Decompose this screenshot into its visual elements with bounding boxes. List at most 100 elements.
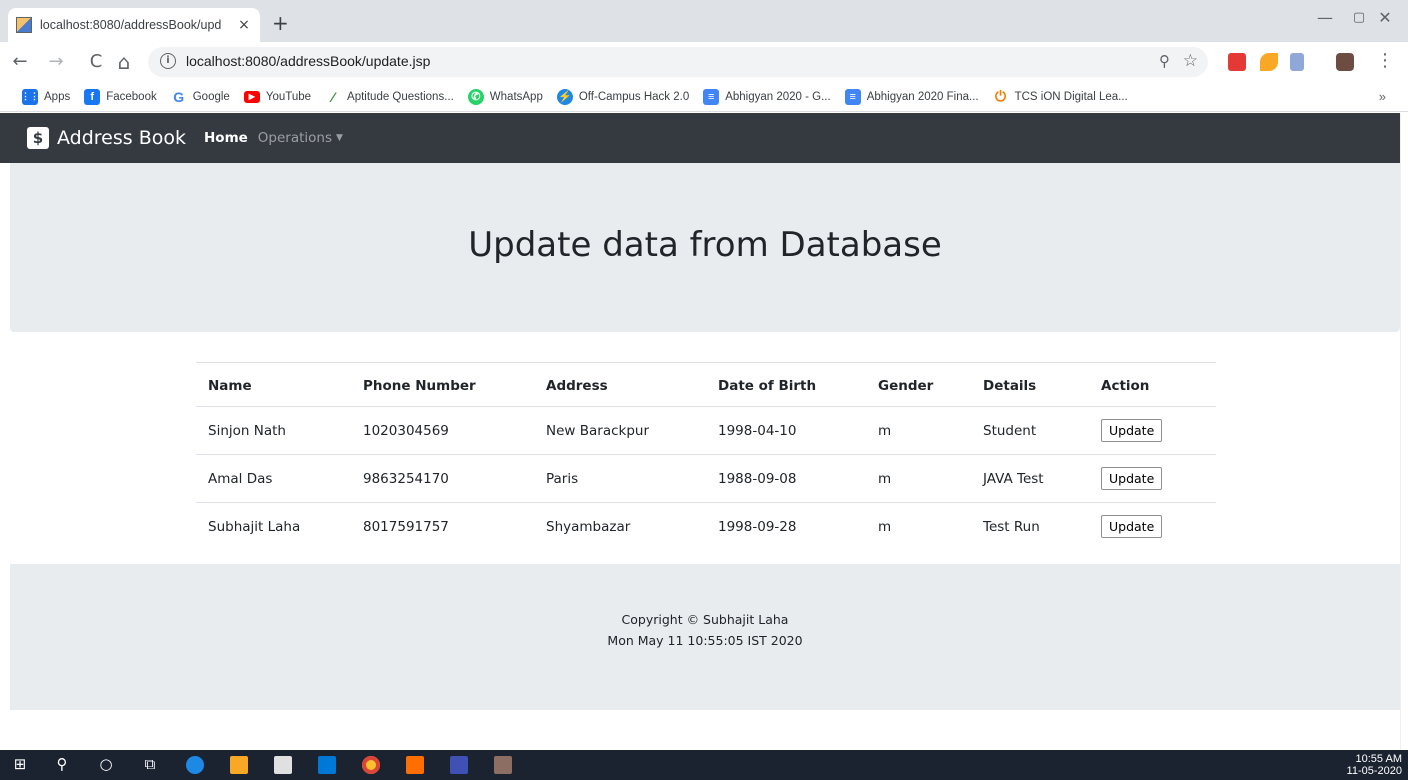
google-docs-icon: ≡ <box>703 88 720 105</box>
table-row: Sinjon Nath 1020304569 New Barackpur 199… <box>196 406 1216 455</box>
update-button[interactable]: Update <box>1101 515 1163 539</box>
forward-icon[interactable]: → <box>44 51 68 73</box>
bookmark-hackathon[interactable]: ⚡ Off-Campus Hack 2.0 <box>556 88 689 105</box>
bookmark-label: YouTube <box>265 90 312 103</box>
file-explorer-icon[interactable] <box>230 756 248 774</box>
browser-toolbar: ← → C ⌂ i localhost:8080/addressBook/upd… <box>0 42 1408 82</box>
bookmark-star-icon[interactable]: ☆ <box>1183 51 1198 71</box>
mail-icon[interactable] <box>318 756 336 774</box>
app-navbar: $ Address Book Home Operations ▼ <box>0 113 1400 163</box>
bookmark-facebook[interactable]: f Facebook <box>84 88 157 105</box>
cell-phone: 1020304569 <box>351 406 534 455</box>
bookmark-abhigyan-2[interactable]: ≡ Abhigyan 2020 Fina... <box>844 88 979 105</box>
clock-date: 11-05-2020 <box>1346 765 1402 777</box>
edge-browser-icon[interactable] <box>186 756 204 774</box>
nav-home-link[interactable]: Home <box>204 130 248 146</box>
cell-phone: 8017591757 <box>363 518 449 535</box>
cell-gender: m <box>878 518 892 535</box>
bookmark-aptitude[interactable]: ⁄ Aptitude Questions... <box>325 88 454 105</box>
column-header-details: Details <box>971 362 1089 407</box>
page-favicon-icon <box>16 17 32 33</box>
aptitude-icon: ⁄ <box>325 88 342 105</box>
windows-taskbar: ⊞ ⚲ ○ ⧉ 10:55 AM 11-05-2020 <box>0 750 1408 780</box>
search-icon[interactable]: ⚲ <box>52 755 72 773</box>
cell-details: Test Run <box>983 518 1040 535</box>
browser-menu-icon[interactable]: ⋮ <box>1376 50 1394 71</box>
nav-operations-dropdown[interactable]: Operations ▼ <box>258 130 343 146</box>
tab-close-icon[interactable]: × <box>236 17 252 33</box>
browser-tabstrip: localhost:8080/addressBook/upd × + — ▢ ✕ <box>0 0 1408 42</box>
new-tab-button[interactable]: + <box>272 13 289 33</box>
brand-title[interactable]: Address Book <box>57 127 186 149</box>
cell-phone: 9863254170 <box>351 454 534 503</box>
cell-gender: m <box>866 454 971 503</box>
column-header-gender: Gender <box>866 362 971 407</box>
download-extension-icon[interactable] <box>1290 53 1304 71</box>
site-info-icon[interactable]: i <box>160 53 176 69</box>
bookmark-label: TCS iON Digital Lea... <box>1014 90 1128 103</box>
task-view-icon[interactable]: ⧉ <box>140 755 160 773</box>
bookmark-label: Google <box>192 90 230 103</box>
page-header-jumbotron: Update data from Database <box>10 163 1400 332</box>
nav-operations-label: Operations <box>257 130 333 146</box>
youtube-icon: ▶ <box>243 90 260 103</box>
windows-start-icon[interactable]: ⊞ <box>10 755 30 773</box>
address-bar[interactable]: i localhost:8080/addressBook/update.jsp … <box>148 47 1208 77</box>
bookmarks-overflow-icon[interactable]: » <box>1379 89 1386 104</box>
bookmark-google[interactable]: G Google <box>170 88 230 105</box>
address-url[interactable]: localhost:8080/addressBook/update.jsp <box>186 53 430 69</box>
pen-extension-icon[interactable] <box>1260 53 1278 71</box>
system-clock[interactable]: 10:55 AM 11-05-2020 <box>1347 753 1402 777</box>
bookmark-label: Abhigyan 2020 - G... <box>725 90 831 103</box>
sublime-text-icon[interactable] <box>406 756 424 774</box>
footer-timestamp: Mon May 11 10:55:05 IST 2020 <box>607 633 803 648</box>
cell-dob: 1998-04-10 <box>706 406 866 455</box>
game-app-icon[interactable] <box>494 756 512 774</box>
table-header-row: Name Phone Number Address Date of Birth … <box>196 362 1216 407</box>
tab-title: localhost:8080/addressBook/upd <box>40 18 222 32</box>
reload-icon[interactable]: C <box>84 51 108 73</box>
update-button[interactable]: Update <box>1101 467 1163 490</box>
zoom-icon[interactable]: ⚲ <box>1159 52 1170 70</box>
bookmark-whatsapp[interactable]: ✆ WhatsApp <box>467 88 543 105</box>
close-window-button[interactable]: ✕ <box>1362 8 1408 27</box>
bookmark-label: Aptitude Questions... <box>347 90 454 103</box>
cortana-icon[interactable]: ○ <box>96 755 116 773</box>
home-icon[interactable]: ⌂ <box>112 51 136 73</box>
adblock-extension-icon[interactable] <box>1228 53 1246 71</box>
update-button[interactable]: Update <box>1101 419 1163 442</box>
cell-action: Update <box>1089 454 1216 503</box>
google-docs-icon: ≡ <box>844 88 861 105</box>
column-header-action: Action <box>1089 362 1216 407</box>
cell-action: Update <box>1089 406 1216 455</box>
bookmark-youtube[interactable]: ▶ YouTube <box>243 90 312 103</box>
footer-copyright: Copyright © Subhajit Laha <box>621 612 789 627</box>
bookmark-apps[interactable]: ⋮⋮ Apps <box>21 88 71 105</box>
bookmark-label: Apps <box>44 90 71 103</box>
cell-details: JAVA Test <box>971 454 1089 503</box>
cell-action: Update <box>1089 503 1216 551</box>
cell-dob: 1998-09-28 <box>718 518 797 535</box>
cell-name: Subhajit Laha <box>208 518 301 535</box>
bookmark-label: Facebook <box>106 90 157 103</box>
apps-grid-icon: ⋮⋮ <box>21 88 39 105</box>
cell-dob: 1988-09-08 <box>706 454 866 503</box>
bookmark-label: WhatsApp <box>489 90 543 103</box>
column-header-dob: Date of Birth <box>706 362 866 407</box>
vs-code-icon[interactable] <box>450 756 468 774</box>
browser-tab[interactable]: localhost:8080/addressBook/upd × <box>8 8 260 42</box>
store-icon[interactable] <box>274 756 292 774</box>
google-icon: G <box>170 88 187 105</box>
brand-logo-icon[interactable]: $ <box>27 127 49 149</box>
bookmark-tcs-ion[interactable]: ⏻ TCS iON Digital Lea... <box>992 88 1128 105</box>
chrome-icon[interactable] <box>362 756 380 774</box>
bookmark-abhigyan-1[interactable]: ≡ Abhigyan 2020 - G... <box>703 88 831 105</box>
cell-address: Shyambazar <box>546 518 631 535</box>
page-scrollbar[interactable] <box>1400 113 1408 750</box>
cell-details: Student <box>971 406 1089 455</box>
column-header-name: Name <box>196 362 351 407</box>
back-icon[interactable]: ← <box>8 51 32 73</box>
profile-avatar[interactable] <box>1336 53 1354 71</box>
page-footer: Copyright © Subhajit Laha Mon May 11 10:… <box>10 564 1400 710</box>
hackathon-icon: ⚡ <box>556 88 573 105</box>
